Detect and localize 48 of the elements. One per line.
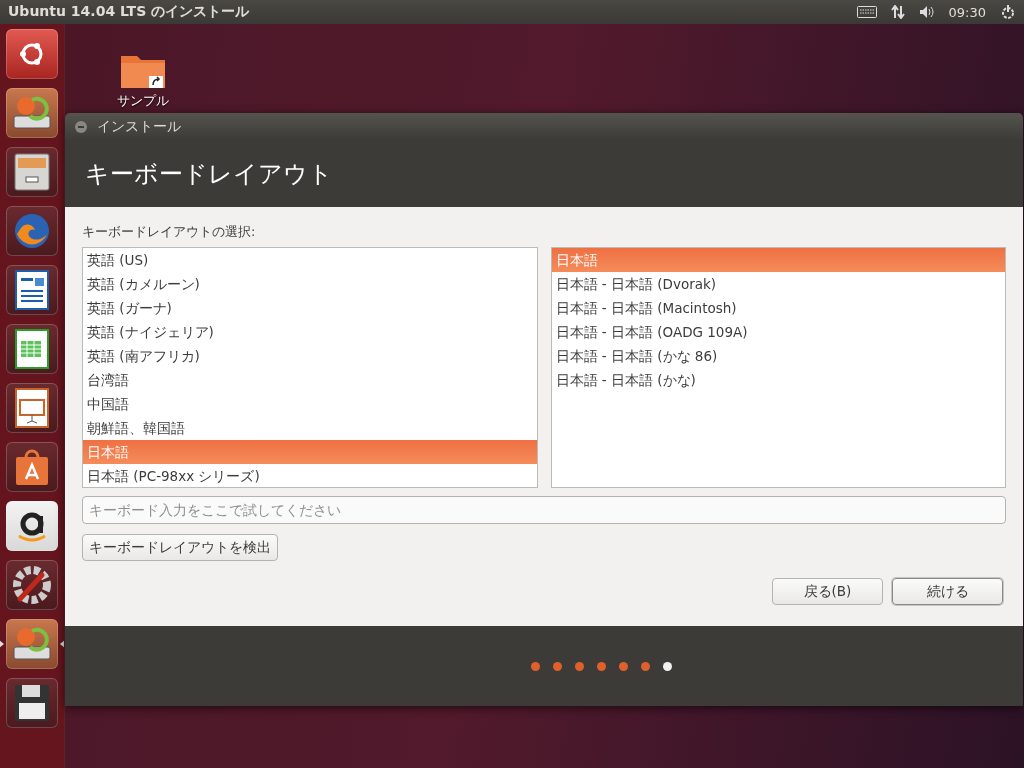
spreadsheet-icon <box>15 329 49 369</box>
page-heading: キーボードレイアウト <box>85 158 333 190</box>
continue-button[interactable]: 続ける <box>892 578 1003 605</box>
launcher-item[interactable] <box>6 560 58 610</box>
layout-item[interactable]: 英語 (南アフリカ) <box>83 344 537 368</box>
detect-layout-button[interactable]: キーボードレイアウトを検出 <box>82 534 278 561</box>
minus-icon <box>78 125 84 128</box>
launcher-item[interactable] <box>6 678 58 728</box>
layout-item[interactable]: 英語 (ナイジェリア) <box>83 320 537 344</box>
back-button[interactable]: 戻る(B) <box>772 578 883 605</box>
launcher-item[interactable] <box>6 501 58 551</box>
variant-item[interactable]: 日本語 - 日本語 (Dvorak) <box>551 272 1005 296</box>
launcher-item[interactable] <box>6 147 58 197</box>
file-cabinet-icon <box>14 153 50 191</box>
launcher-item[interactable] <box>6 442 58 492</box>
power-gear-icon[interactable] <box>1000 4 1016 20</box>
minimize-button[interactable] <box>75 120 87 133</box>
prompt-label: キーボードレイアウトの選択: <box>82 223 257 241</box>
presentation-icon <box>15 388 49 428</box>
keyboard-icon[interactable] <box>856 6 877 18</box>
document-icon <box>15 270 49 310</box>
layout-item[interactable]: 英語 (カメルーン) <box>83 272 537 296</box>
window-title: Ubuntu 14.04 LTS のインストール <box>8 3 251 21</box>
window-title: インストール <box>97 117 181 136</box>
layout-item[interactable]: 台湾語 <box>83 368 537 392</box>
clock[interactable]: 09:30 <box>948 4 986 20</box>
install-disk-icon <box>12 94 52 132</box>
layout-item[interactable]: 英語 (ガーナ) <box>83 296 537 320</box>
layout-item[interactable]: 英語 (US) <box>83 248 537 272</box>
layout-item[interactable]: 日本語 (PC-98xx シリーズ) <box>83 464 537 487</box>
keyboard-test-field[interactable]: キーボード入力をここで試してください <box>82 496 1006 524</box>
layout-item[interactable]: 朝鮮語、韓国語 <box>83 416 537 440</box>
variant-item[interactable]: 日本語 - 日本語 (Macintosh) <box>551 296 1005 320</box>
network-arrows-icon[interactable] <box>890 5 905 19</box>
install-disk-icon <box>12 625 52 663</box>
shopping-bag-icon <box>14 447 50 487</box>
variant-item[interactable]: 日本語 - 日本語 (かな 86) <box>551 344 1005 368</box>
desktop-icon-label[interactable]: サンプル <box>117 92 169 110</box>
gear-wrench-icon <box>12 565 52 605</box>
launcher-item[interactable] <box>6 265 58 315</box>
layout-item[interactable]: 中国語 <box>83 392 537 416</box>
variant-item[interactable]: 日本語 - 日本語 (OADG 109A) <box>551 320 1005 344</box>
variant-item[interactable]: 日本語 - 日本語 (かな) <box>551 368 1005 392</box>
launcher-item[interactable] <box>6 383 58 433</box>
launcher-item[interactable] <box>6 206 58 256</box>
launcher-item[interactable] <box>6 324 58 374</box>
volume-icon[interactable] <box>918 5 935 19</box>
launcher-item[interactable] <box>6 29 58 79</box>
